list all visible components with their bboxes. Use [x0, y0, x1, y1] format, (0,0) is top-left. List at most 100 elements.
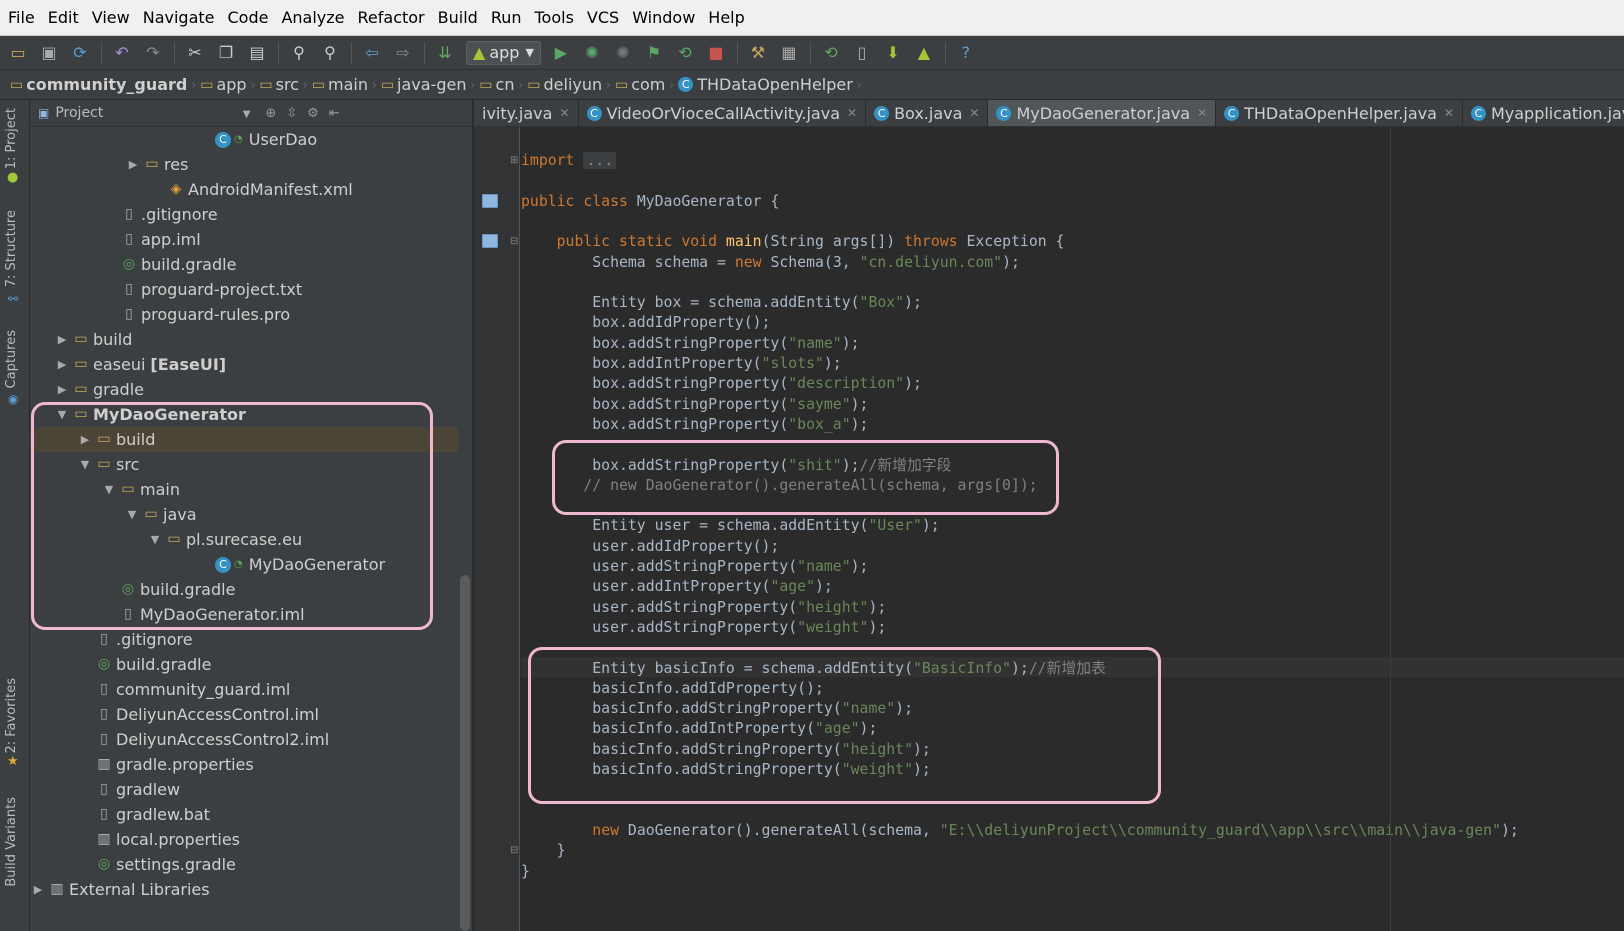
editor-tab[interactable]: C MyDaoGenerator.java ✕ — [988, 100, 1217, 126]
redo-icon[interactable]: ↷ — [143, 43, 163, 63]
editor-tab[interactable]: C VideoOrVioceCallActivity.java ✕ — [579, 100, 867, 126]
close-icon[interactable]: ✕ — [1444, 106, 1454, 120]
make-project-icon[interactable]: ⇊ — [435, 43, 455, 63]
breadcrumb-item[interactable]: ▭ cn › — [479, 75, 523, 94]
implementation-marker-icon[interactable] — [482, 194, 498, 208]
undo-icon[interactable]: ↶ — [112, 43, 132, 63]
tree-item[interactable]: ◈ AndroidManifest.xml — [147, 177, 353, 202]
gradle-sync-icon[interactable]: ⟲ — [821, 43, 841, 63]
find-icon[interactable]: ⚲ — [289, 43, 309, 63]
paste-icon[interactable]: ▤ — [247, 43, 267, 63]
stop-icon[interactable]: ■ — [706, 43, 726, 63]
tree-item[interactable]: ▯ community_guard.iml — [75, 677, 290, 702]
close-icon[interactable]: ✕ — [1197, 106, 1207, 120]
avd-manager-icon[interactable]: ▯ — [852, 43, 872, 63]
tree-item[interactable]: ▯ MyDaoGenerator.iml — [99, 602, 304, 627]
project-view-selector[interactable]: Project ▼ — [55, 105, 255, 121]
menu-window[interactable]: Window — [632, 8, 695, 27]
tree-item[interactable]: ▶ ▭ build — [52, 327, 133, 352]
expanded-arrow-icon[interactable]: ▼ — [99, 477, 119, 502]
menu-file[interactable]: File — [8, 8, 35, 27]
menu-edit[interactable]: Edit — [48, 8, 79, 27]
tree-item[interactable]: ◎ settings.gradle — [75, 852, 236, 877]
tree-item[interactable]: C ◔ MyDaoGenerator — [195, 552, 385, 577]
scroll-from-source-icon[interactable]: ⊕ — [265, 106, 276, 121]
tool-window-favorites[interactable]: 2: Favorites — [4, 678, 19, 754]
close-icon[interactable]: ✕ — [559, 106, 569, 120]
breadcrumb-item[interactable]: ▭ main › — [312, 75, 377, 94]
tree-item[interactable]: ▼ ▭ pl.surecase.eu — [145, 527, 302, 552]
settings-wrench-icon[interactable]: ⚒ — [748, 43, 768, 63]
tree-item[interactable]: ◎ build.gradle — [75, 652, 212, 677]
breadcrumb-item[interactable]: C THDataOpenHelper › — [678, 75, 862, 94]
project-structure-icon[interactable]: ▦ — [779, 43, 799, 63]
tree-item[interactable]: ◎ build.gradle — [99, 577, 236, 602]
menu-refactor[interactable]: Refactor — [358, 8, 425, 27]
menu-build[interactable]: Build — [438, 8, 478, 27]
breadcrumb-item[interactable]: ▭ src › — [259, 75, 307, 94]
collapsed-arrow-icon[interactable]: ▶ — [123, 152, 143, 177]
cut-icon[interactable]: ✂ — [185, 43, 205, 63]
tree-item[interactable]: ▯ DeliyunAccessControl2.iml — [75, 727, 329, 752]
tree-item[interactable]: C ◔ UserDao — [195, 127, 317, 152]
save-all-icon[interactable]: ▣ — [39, 43, 59, 63]
tree-item[interactable]: ▶ ▭ res — [123, 152, 189, 177]
collapsed-arrow-icon[interactable]: ▶ — [52, 327, 72, 352]
editor-tab[interactable]: C Box.java ✕ — [866, 100, 989, 126]
expanded-arrow-icon[interactable]: ▼ — [122, 502, 142, 527]
fold-marker-icon[interactable]: ⊟ — [510, 845, 518, 856]
tree-item[interactable]: ▶ ▥ External Libraries — [28, 877, 210, 902]
editor-tab[interactable]: ivity.java ✕ — [474, 100, 579, 126]
close-icon[interactable]: ✕ — [847, 106, 857, 120]
editor-tab[interactable]: C THDataOpenHelper.java ✕ — [1216, 100, 1463, 126]
tree-item[interactable]: ▥ gradle.properties — [75, 752, 253, 777]
gear-icon[interactable]: ⚙ — [307, 106, 319, 121]
attach-debugger-icon[interactable]: ✺ — [613, 43, 633, 63]
collapsed-arrow-icon[interactable]: ▶ — [28, 877, 48, 902]
tree-item[interactable]: ▯ DeliyunAccessControl.iml — [75, 702, 319, 727]
back-icon[interactable]: ⇦ — [362, 43, 382, 63]
breadcrumb-item[interactable]: ▭ community_guard › — [10, 75, 196, 94]
tree-item[interactable]: ▯ .gitignore — [100, 202, 217, 227]
tree-item[interactable]: ◎ build.gradle — [100, 252, 237, 277]
code-editor[interactable]: import ... public class MyDaoGenerator { … — [521, 127, 1624, 931]
tree-item[interactable]: ▯ app.iml — [100, 227, 201, 252]
menu-navigate[interactable]: Navigate — [143, 8, 215, 27]
expanded-arrow-icon[interactable]: ▼ — [75, 452, 95, 477]
implementation-marker-icon[interactable] — [482, 234, 498, 248]
menu-vcs[interactable]: VCS — [587, 8, 619, 27]
replace-icon[interactable]: ⚲ — [320, 43, 340, 63]
tree-item[interactable]: ▼ ▭ java — [122, 502, 197, 527]
fold-marker-icon[interactable]: ⊟ — [510, 236, 518, 247]
menu-analyze[interactable]: Analyze — [281, 8, 344, 27]
open-folder-icon[interactable]: ▭ — [8, 43, 28, 63]
forward-icon[interactable]: ⇨ — [393, 43, 413, 63]
tree-item[interactable]: ▼ ▭ src — [75, 452, 140, 477]
tree-item[interactable]: ▶ ▭ gradle — [52, 377, 144, 402]
collapsed-arrow-icon[interactable]: ▶ — [75, 427, 95, 452]
editor-tab[interactable]: CMyapplication.java — [1463, 100, 1624, 126]
apply-changes-icon[interactable]: ⚑ — [644, 43, 664, 63]
menu-run[interactable]: Run — [491, 8, 522, 27]
expanded-arrow-icon[interactable]: ▼ — [52, 402, 72, 427]
tree-item[interactable]: ▥ local.properties — [75, 827, 240, 852]
fold-marker-icon[interactable]: ⊞ — [510, 155, 518, 166]
run-config-dropdown[interactable]: ▲ app ▼ — [466, 40, 541, 65]
android-monitor-icon[interactable]: ▲ — [914, 43, 934, 63]
tree-item[interactable]: ▯ gradlew — [75, 777, 180, 802]
tree-item[interactable]: ▯ .gitignore — [75, 627, 192, 652]
expanded-arrow-icon[interactable]: ▼ — [145, 527, 165, 552]
tree-item[interactable]: ▼ ▭ main — [99, 477, 180, 502]
breadcrumb-item[interactable]: ▭ java-gen › — [381, 75, 475, 94]
tool-window-build-variants[interactable]: Build Variants — [4, 797, 19, 887]
help-icon[interactable]: ? — [956, 43, 976, 63]
tool-window-structure[interactable]: 7: Structure — [4, 210, 19, 287]
breadcrumb-item[interactable]: ▭ app › — [200, 75, 255, 94]
project-tree-scrollbar[interactable] — [460, 575, 470, 931]
collapsed-arrow-icon[interactable]: ▶ — [52, 352, 72, 377]
hide-panel-icon[interactable]: ⇤ — [329, 106, 340, 121]
menu-code[interactable]: Code — [228, 8, 269, 27]
close-icon[interactable]: ✕ — [969, 106, 979, 120]
breadcrumb-item[interactable]: ▭ deliyun › — [527, 75, 611, 94]
tree-item[interactable]: ▯ proguard-rules.pro — [100, 302, 290, 327]
